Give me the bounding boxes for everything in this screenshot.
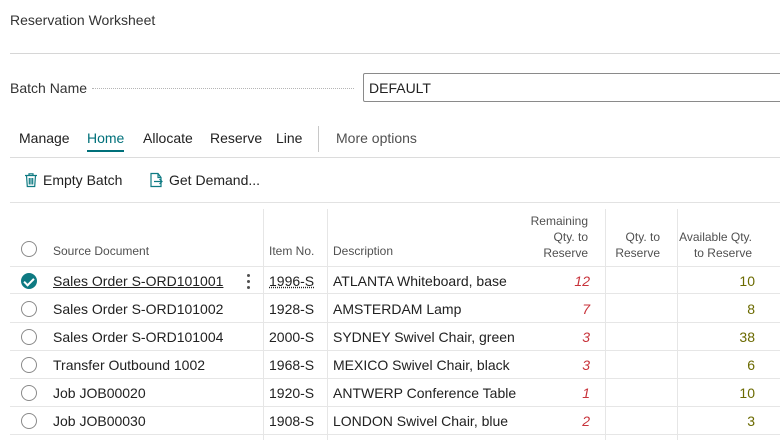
tab-line[interactable]: Line — [276, 130, 302, 146]
available-qty-cell[interactable]: 38 — [678, 323, 755, 351]
trash-icon — [25, 173, 37, 188]
source-document-cell[interactable]: Job JOB00030 — [53, 407, 146, 435]
description-cell: LONDON Swivel Chair, blue — [333, 413, 509, 429]
available-qty-cell[interactable]: 8 — [678, 295, 755, 323]
available-qty-cell[interactable]: 10 — [678, 379, 755, 407]
available-qty-cell[interactable]: 6 — [678, 351, 755, 379]
item-no-cell[interactable]: 1968-S — [269, 351, 314, 379]
row-actions-icon[interactable] — [242, 273, 254, 289]
source-document-cell[interactable]: Sales Order S-ORD101004 — [53, 323, 223, 351]
row-select-radio[interactable] — [21, 301, 37, 317]
qty-to-reserve-cell[interactable] — [606, 379, 676, 407]
get-demand-button[interactable]: Get Demand... — [149, 172, 260, 188]
table-row[interactable]: Sales Order S-ORD101004 2000-S SYDNEY Sw… — [10, 323, 780, 351]
source-document-cell[interactable]: Sales Order S-ORD101002 — [53, 295, 223, 323]
header-source-document[interactable]: Source Document — [53, 243, 149, 259]
table-row[interactable]: Job JOB00030 1908-S LONDON Swivel Chair,… — [10, 407, 780, 435]
table-row[interactable]: Sales Order S-ORD101002 1928-S AMSTERDAM… — [10, 295, 780, 323]
table-row[interactable]: Job JOB00020 1920-S ANTWERP Conference T… — [10, 379, 780, 407]
tab-manage[interactable]: Manage — [19, 130, 70, 146]
tab-reserve[interactable]: Reserve — [210, 130, 262, 146]
item-no-cell[interactable]: 1996-S — [269, 267, 314, 295]
qty-to-reserve-cell[interactable] — [606, 267, 676, 295]
description-cell: MEXICO Swivel Chair, black — [333, 357, 510, 373]
batch-name-leader — [92, 88, 354, 89]
description-cell: ATLANTA Whiteboard, base — [333, 273, 507, 289]
remaining-qty-cell: 2 — [582, 413, 590, 429]
table-row[interactable]: Transfer Outbound 1002 1968-S MEXICO Swi… — [10, 351, 780, 379]
select-all-radio[interactable] — [21, 241, 37, 257]
item-no-cell[interactable]: 1928-S — [269, 295, 314, 323]
batch-name-input[interactable]: DEFAULT — [363, 73, 780, 102]
empty-batch-label: Empty Batch — [43, 172, 123, 188]
tab-more-options[interactable]: More options — [336, 130, 417, 146]
actions-divider — [10, 202, 780, 203]
description-cell: ANTWERP Conference Table — [333, 385, 517, 401]
import-icon — [150, 172, 163, 188]
header-available-qty[interactable]: Available Qty. to Reserve — [670, 229, 752, 261]
row-select-radio[interactable] — [21, 413, 37, 429]
qty-to-reserve-cell[interactable] — [606, 351, 676, 379]
qty-to-reserve-cell[interactable] — [606, 407, 676, 435]
item-no-cell[interactable]: 2000-S — [269, 323, 314, 351]
tab-allocate[interactable]: Allocate — [143, 130, 193, 146]
remaining-qty-cell: 7 — [582, 301, 590, 317]
item-no-cell[interactable]: 1920-S — [269, 379, 314, 407]
empty-batch-button[interactable]: Empty Batch — [24, 172, 122, 188]
remaining-qty-cell: 1 — [582, 385, 590, 401]
available-qty-cell[interactable]: 10 — [678, 267, 755, 295]
title-divider — [10, 53, 780, 54]
source-document-link[interactable]: Sales Order S-ORD101001 — [53, 267, 223, 295]
table-row[interactable]: Sales Order S-ORD101001 1996-S ATLANTA W… — [10, 266, 780, 294]
row-select-radio[interactable] — [21, 273, 37, 289]
tabs-divider — [10, 157, 780, 158]
header-qty-to-reserve[interactable]: Qty. to Reserve — [600, 229, 660, 261]
get-demand-label: Get Demand... — [169, 172, 261, 188]
header-description[interactable]: Description — [333, 243, 393, 259]
item-no-cell[interactable]: 1908-S — [269, 407, 314, 435]
header-remaining-qty[interactable]: Remaining Qty. to Reserve — [510, 213, 588, 261]
row-select-radio[interactable] — [21, 357, 37, 373]
available-qty-cell[interactable]: 3 — [678, 407, 755, 435]
remaining-qty-cell: 12 — [574, 273, 590, 289]
tab-separator — [318, 126, 319, 152]
tab-home[interactable]: Home — [87, 130, 125, 152]
worksheet-grid: Source Document Item No. Description Rem… — [10, 209, 780, 440]
description-cell: SYDNEY Swivel Chair, green — [333, 329, 515, 345]
source-document-cell[interactable]: Job JOB00020 — [53, 379, 146, 407]
qty-to-reserve-cell[interactable] — [606, 323, 676, 351]
description-cell: AMSTERDAM Lamp — [333, 301, 462, 317]
page-title: Reservation Worksheet — [10, 12, 156, 28]
header-item-no[interactable]: Item No. — [269, 243, 314, 259]
row-select-radio[interactable] — [21, 385, 37, 401]
qty-to-reserve-cell[interactable] — [606, 295, 676, 323]
remaining-qty-cell: 3 — [582, 357, 590, 373]
source-document-cell[interactable]: Transfer Outbound 1002 — [53, 351, 205, 379]
row-select-radio[interactable] — [21, 329, 37, 345]
remaining-qty-cell: 3 — [582, 329, 590, 345]
batch-name-label: Batch Name — [10, 80, 88, 96]
